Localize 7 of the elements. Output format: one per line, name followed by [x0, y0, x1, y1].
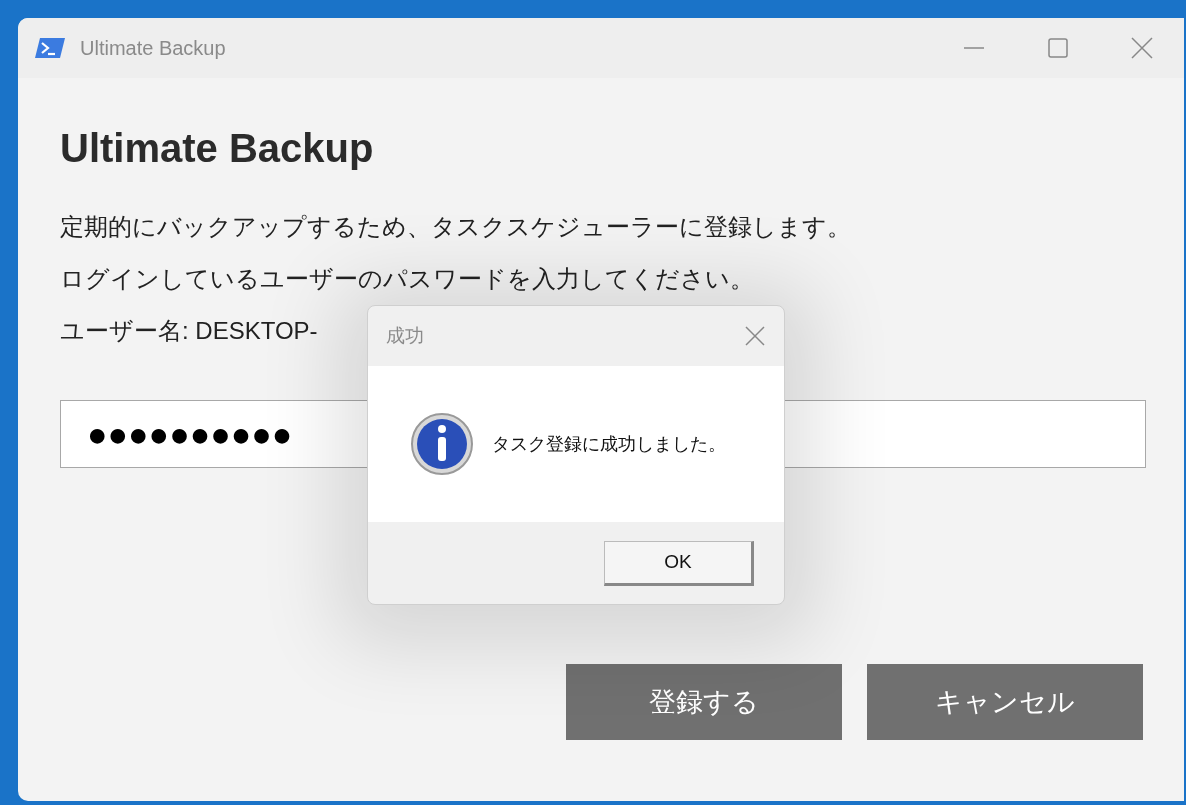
window-title: Ultimate Backup — [80, 36, 226, 61]
app-heading: Ultimate Backup — [60, 125, 375, 172]
instruction-text: ログインしているユーザーのパスワードを入力してください。 — [60, 264, 754, 294]
dialog-title: 成功 — [386, 323, 424, 348]
instruction-text: ユーザー名: DESKTOP- — [60, 316, 318, 346]
instruction-text: 定期的にバックアップするため、タスクスケジューラーに登録します。 — [60, 212, 851, 242]
dialog-message: タスク登録に成功しました。 — [492, 432, 726, 456]
